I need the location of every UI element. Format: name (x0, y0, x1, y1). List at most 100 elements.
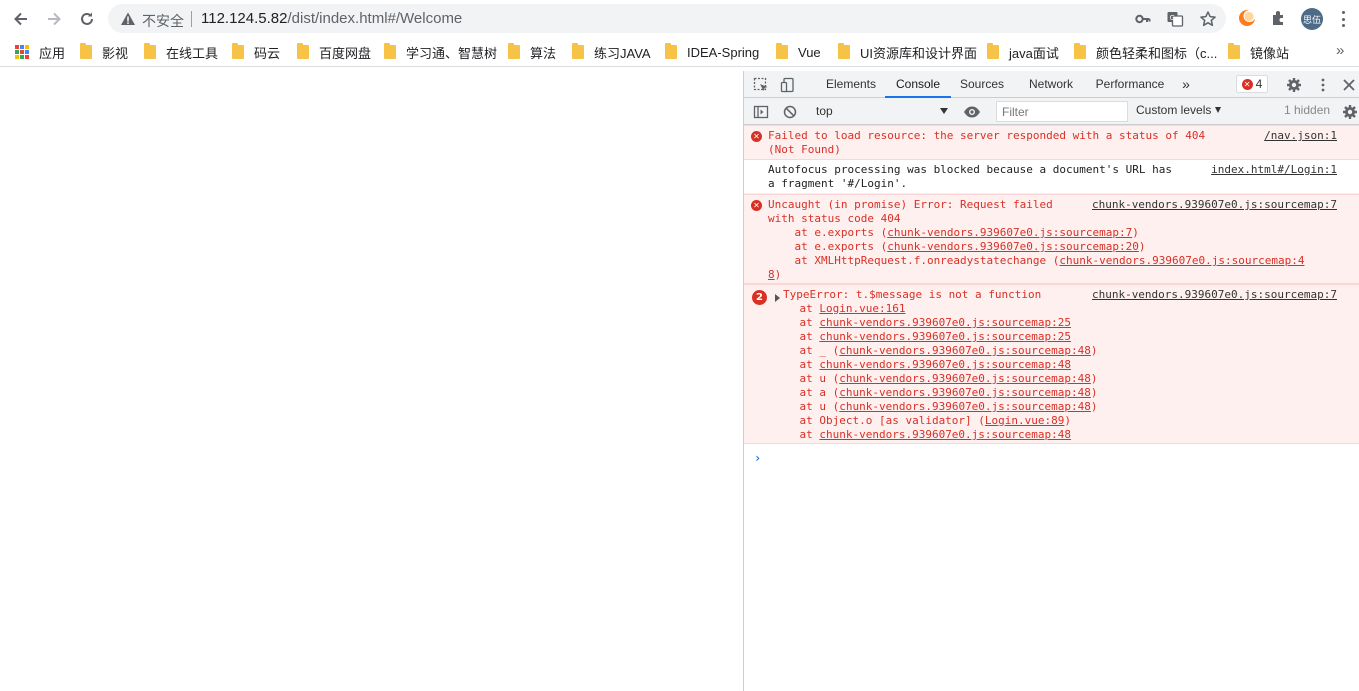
bookmarks-overflow-button[interactable]: » (1336, 42, 1344, 59)
stack-frame-link[interactable]: chunk-vendors.939607e0.js:sourcemap:20 (887, 240, 1139, 253)
bookmark-folder[interactable]: 在线工具 (144, 43, 218, 61)
error-x-icon: ✕ (1241, 78, 1253, 90)
bookmark-folder[interactable]: 算法 (508, 43, 556, 61)
stack-frame: at chunk-vendors.939607e0.js:sourcemap:2… (773, 316, 1071, 330)
stack-frame: at Object.o [as validator] (Login.vue:89… (773, 414, 1071, 428)
profile-avatar[interactable]: 思伍 (1301, 8, 1323, 30)
browser-toolbar: 不安全 112.124.5.82/dist/index.html#/Welcom… (0, 0, 1359, 37)
source-link[interactable]: index.html#/Login:1 (1211, 163, 1337, 177)
url-path: /dist/index.html#/Welcome (287, 10, 463, 27)
console-filter-input[interactable] (996, 101, 1128, 122)
bookmark-folder[interactable]: 练习JAVA (572, 43, 651, 61)
url-text[interactable]: 112.124.5.82/dist/index.html#/Welcome (201, 10, 462, 27)
more-tabs-button[interactable]: » (1178, 71, 1194, 98)
extensions-puzzle-icon[interactable] (1269, 8, 1289, 28)
inspect-element-icon[interactable] (752, 76, 770, 94)
reload-button[interactable] (73, 5, 101, 33)
stack-frame: at chunk-vendors.939607e0.js:sourcemap:2… (773, 330, 1071, 344)
repeat-count-badge: 2 (752, 290, 767, 305)
folder-icon (838, 43, 850, 59)
console-settings-gear-icon[interactable] (1341, 103, 1358, 120)
levels-label: Custom levels (1136, 103, 1212, 117)
bookmark-folder[interactable]: Vue (776, 43, 821, 61)
console-log: ✕ Failed to load resource: the server re… (744, 125, 1359, 691)
stack-frame-text: at a ( (773, 386, 840, 399)
address-bar[interactable]: 不安全 112.124.5.82/dist/index.html#/Welcom… (108, 4, 1226, 33)
source-link[interactable]: /nav.json:1 (1264, 129, 1337, 143)
stack-frame-link[interactable]: Login.vue:89 (985, 414, 1064, 427)
stack-frame-text: at e.exports ( (768, 240, 888, 253)
expand-triangle-icon[interactable] (775, 294, 780, 302)
live-expression-eye-icon[interactable] (963, 103, 981, 120)
source-link[interactable]: chunk-vendors.939607e0.js:sourcemap:7 (1092, 198, 1337, 212)
stack-frame-link[interactable]: 8 (768, 268, 775, 281)
tab-network[interactable]: Network (1019, 71, 1083, 98)
stack-frame-text: at _ ( (773, 344, 840, 357)
bookmark-folder[interactable]: 镜像站 (1228, 43, 1289, 61)
bookmark-label: 影视 (102, 45, 129, 61)
tab-elements[interactable]: Elements (818, 71, 884, 98)
stack-frame-link[interactable]: Login.vue:161 (819, 302, 905, 315)
stack-frame-link[interactable]: chunk-vendors.939607e0.js:sourcemap:4 (1059, 254, 1304, 267)
stack-frame-link[interactable]: chunk-vendors.939607e0.js:sourcemap:25 (819, 330, 1071, 343)
console-prompt-row[interactable]: › (744, 444, 1359, 468)
devtools-menu-icon[interactable] (1314, 76, 1332, 94)
bookmark-folder[interactable]: 百度网盘 (297, 43, 371, 61)
folder-icon (144, 43, 156, 59)
stack-frame-link[interactable]: chunk-vendors.939607e0.js:sourcemap:48 (839, 344, 1091, 357)
settings-gear-icon[interactable] (1285, 76, 1303, 94)
tab-performance[interactable]: Performance (1090, 71, 1170, 98)
stack-frame-link[interactable]: chunk-vendors.939607e0.js:sourcemap:48 (819, 358, 1071, 371)
close-devtools-icon[interactable] (1340, 76, 1358, 94)
stack-frame: at chunk-vendors.939607e0.js:sourcemap:4… (773, 428, 1071, 442)
bookmark-apps[interactable]: 应用 (15, 43, 65, 61)
stack-frame-text: at e.exports ( (768, 226, 888, 239)
stack-frame-link[interactable]: chunk-vendors.939607e0.js:sourcemap:48 (839, 372, 1091, 385)
warning-icon[interactable] (120, 11, 136, 27)
bookmark-label: UI资源库和设计界面 (860, 45, 978, 61)
stack-frame-link[interactable]: chunk-vendors.939607e0.js:sourcemap:48 (819, 428, 1071, 441)
device-toolbar-icon[interactable] (779, 76, 797, 94)
bookmark-folder[interactable]: 码云 (232, 43, 280, 61)
star-bookmark-icon[interactable] (1199, 10, 1217, 28)
key-icon[interactable] (1134, 10, 1152, 28)
translate-icon[interactable]: G (1166, 10, 1184, 28)
clear-console-icon[interactable] (781, 103, 798, 120)
insecure-label[interactable]: 不安全 (142, 11, 184, 31)
bookmark-label: 颜色轻柔和图标（c... (1096, 45, 1218, 61)
tab-console[interactable]: Console (885, 71, 951, 98)
dropdown-arrow-icon (940, 108, 948, 114)
bookmark-folder[interactable]: 颜色轻柔和图标（c... (1074, 43, 1217, 61)
dropdown-arrow-icon (1215, 107, 1222, 113)
stack-frame-text: ) (1090, 386, 1098, 399)
stack-frame-link[interactable]: chunk-vendors.939607e0.js:sourcemap:25 (819, 316, 1071, 329)
stack-frame-link[interactable]: chunk-vendors.939607e0.js:sourcemap:48 (839, 386, 1091, 399)
stack-frame-text: ) (1138, 240, 1146, 253)
bookmark-folder[interactable]: 影视 (80, 43, 128, 61)
sidebar-toggle-icon[interactable] (752, 103, 769, 120)
message-text: Failed to load resource: the server resp… (768, 129, 1206, 142)
stack-frame-link[interactable]: chunk-vendors.939607e0.js:sourcemap:48 (839, 400, 1091, 413)
context-select[interactable]: top (810, 102, 950, 121)
bookmark-label: 在线工具 (166, 45, 219, 61)
stack-frame-link[interactable]: chunk-vendors.939607e0.js:sourcemap:7 (887, 226, 1132, 239)
tab-sources[interactable]: Sources (952, 71, 1012, 98)
bookmark-folder[interactable]: java面试 (987, 43, 1059, 61)
folder-icon (1228, 43, 1240, 59)
back-button[interactable] (7, 5, 35, 33)
menu-dots-icon[interactable] (1336, 9, 1350, 29)
source-link[interactable]: chunk-vendors.939607e0.js:sourcemap:7 (1092, 288, 1337, 302)
bookmark-folder[interactable]: 学习通、智慧树 (384, 43, 497, 61)
folder-icon (1074, 43, 1086, 59)
forward-button[interactable] (40, 5, 68, 33)
error-count-badge[interactable]: ✕ 4 (1236, 75, 1268, 93)
log-levels-dropdown[interactable]: Custom levels (1136, 103, 1222, 117)
console-error-message: ✕ Failed to load resource: the server re… (744, 125, 1359, 160)
stack-frame-text: ) (1090, 400, 1098, 413)
bookmark-folder[interactable]: UI资源库和设计界面 (838, 43, 977, 61)
apps-grid-icon (15, 45, 29, 59)
stack-frame-text: ) (1132, 226, 1139, 239)
bookmark-folder[interactable]: IDEA-Spring (665, 43, 759, 61)
url-host: 112.124.5.82 (201, 10, 288, 27)
extension-flame-icon[interactable] (1237, 8, 1257, 28)
